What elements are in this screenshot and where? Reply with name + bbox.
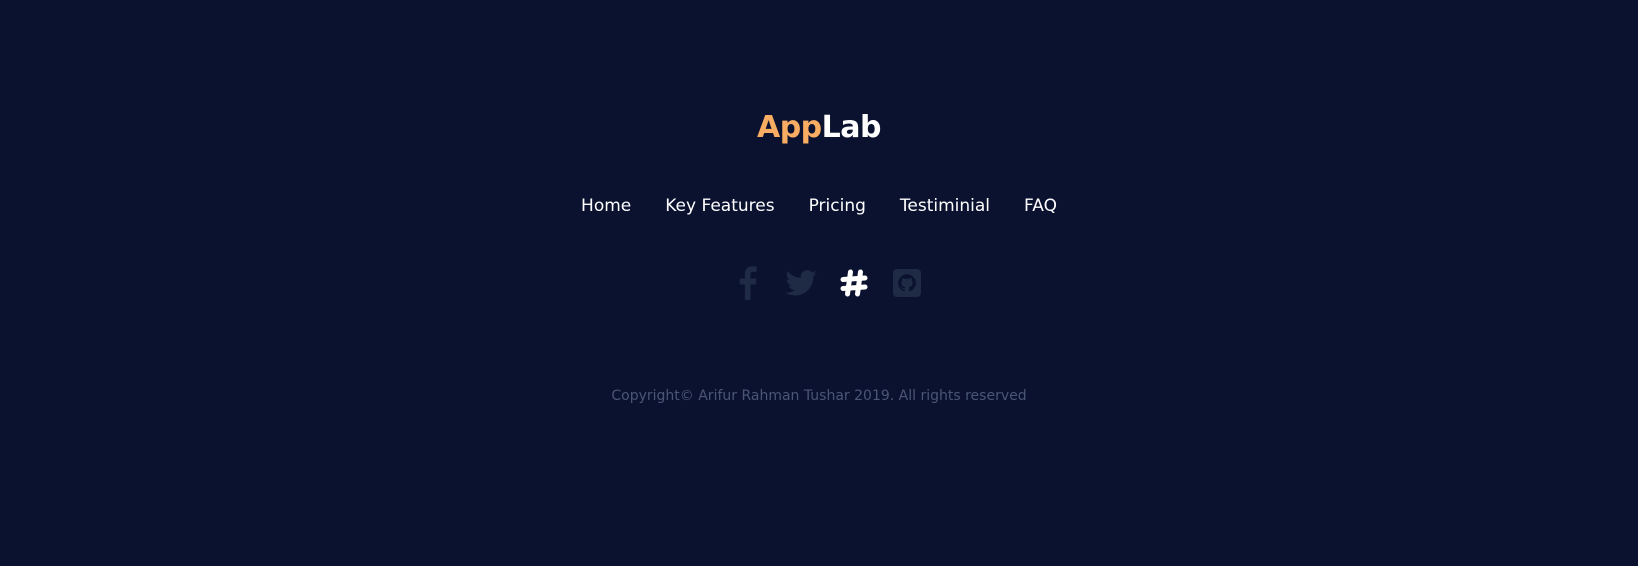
facebook-link[interactable] <box>732 266 764 300</box>
nav-link-testiminial[interactable]: Testiminial <box>900 192 990 220</box>
slack-link[interactable] <box>838 266 870 300</box>
github-link[interactable] <box>891 266 923 300</box>
footer-section: AppLab Home Key Features Pricing Testimi… <box>0 0 1638 566</box>
slack-icon <box>840 269 867 297</box>
social-links <box>0 266 1638 300</box>
nav-link-pricing[interactable]: Pricing <box>809 192 866 220</box>
brand-logo[interactable]: AppLab <box>0 104 1638 152</box>
copyright-text: Copyright© Arifur Rahman Tushar 2019. Al… <box>611 388 1027 404</box>
facebook-icon <box>739 266 757 300</box>
brand-logo-lab: Lab <box>821 110 882 145</box>
nav-link-home[interactable]: Home <box>581 192 631 220</box>
twitter-icon <box>784 270 817 296</box>
brand-logo-app: App <box>756 110 822 145</box>
nav-link-key-features[interactable]: Key Features <box>665 192 774 220</box>
github-icon <box>892 269 921 297</box>
twitter-link[interactable] <box>784 266 817 300</box>
footer-nav: Home Key Features Pricing Testiminial FA… <box>0 192 1638 220</box>
nav-link-faq[interactable]: FAQ <box>1024 192 1057 220</box>
